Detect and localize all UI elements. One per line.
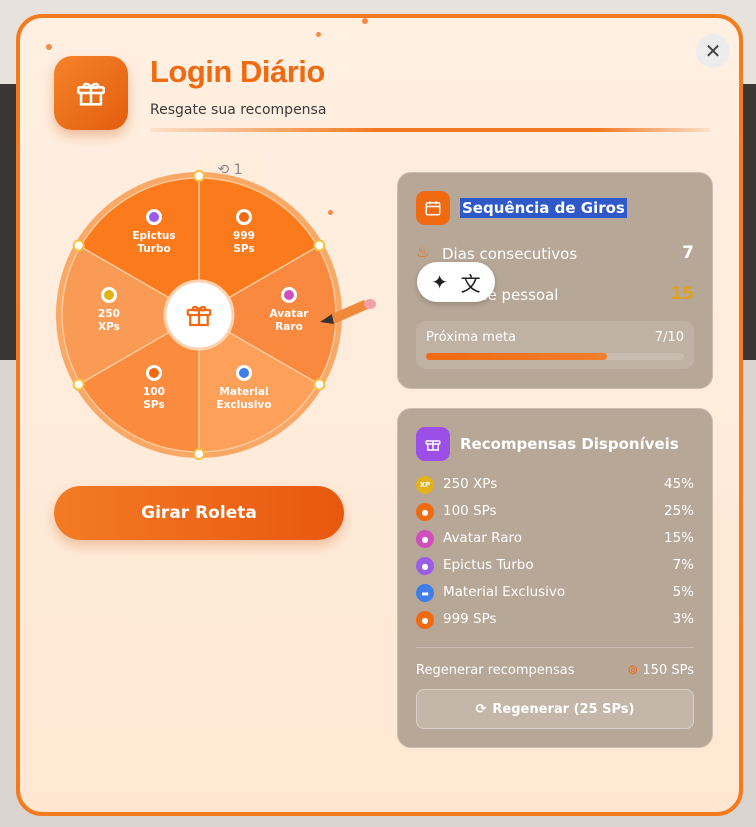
reward-percent: 25%: [663, 503, 694, 519]
reward-row: ▬ Material Exclusivo 5%: [416, 583, 694, 603]
reward-row: ● 999 SPs 3%: [416, 610, 694, 630]
reward-percent: 45%: [663, 476, 694, 492]
segment-icon-core: [239, 367, 249, 378]
rim-dot: [313, 239, 326, 252]
sp-coin-icon: ●: [416, 503, 434, 521]
consecutive-days-label: Dias consecutivos: [442, 245, 578, 263]
turbo-orb-icon: ●: [416, 557, 434, 575]
reward-row: ● 100 SPs 25%: [416, 502, 694, 522]
pencil-pointer-icon: [320, 299, 376, 324]
streak-title-text: Sequência de Giros: [460, 198, 627, 218]
daily-login-modal: ✕ Login Diário Resgate sua recompensa ⟲ …: [16, 14, 743, 816]
rim-dot: [72, 378, 85, 391]
wheel-segment-label: Avatar: [270, 308, 310, 320]
reward-row: ● Epictus Turbo 7%: [416, 556, 694, 576]
title-divider: [150, 128, 710, 132]
sp-coin-icon: ●: [416, 611, 434, 629]
regen-cost: ⊚ 150 SPs: [627, 663, 694, 678]
wheel-segment-label: Exclusivo: [216, 399, 271, 411]
reward-percent: 7%: [672, 557, 694, 573]
rim-dot: [193, 448, 205, 460]
avatar-orb-icon: ●: [416, 530, 434, 548]
wheel-segment-label: Turbo: [137, 243, 170, 255]
wheel-segment-label: 100: [143, 386, 165, 398]
prize-wheel[interactable]: 999 SPs Avatar Raro Material Exclusivo 100 SPs 2…: [54, 170, 344, 460]
wheel-segment-label: XPs: [98, 321, 120, 333]
close-icon: ✕: [704, 39, 722, 63]
rim-dot: [72, 239, 85, 252]
close-button[interactable]: ✕: [696, 34, 730, 68]
reward-name: 250 XPs: [443, 476, 498, 492]
next-goal-value: 7/10: [654, 330, 684, 345]
gift-icon: [186, 305, 212, 327]
floating-toolbar: ✦ 文: [417, 262, 495, 302]
rim-dot: [313, 378, 326, 391]
material-icon: ▬: [416, 584, 434, 602]
segment-icon-core: [149, 367, 159, 378]
regenerate-button[interactable]: ⟳ Regenerar (25 SPs): [416, 689, 694, 729]
next-goal-progress: [426, 353, 607, 360]
wheel-segment-label: SPs: [233, 243, 254, 255]
segment-icon-core: [149, 212, 159, 223]
wheel-segment-label: SPs: [143, 399, 164, 411]
reward-name: 100 SPs: [443, 503, 497, 519]
coin-icon: ⊚: [627, 663, 639, 678]
wheel-segment-label: Material: [219, 386, 268, 398]
spin-wheel-button[interactable]: Girar Roleta: [54, 486, 344, 540]
flame-icon: ♨: [416, 243, 430, 261]
segment-icon-core: [239, 212, 249, 223]
page-subtitle: Resgate sua recompensa: [150, 102, 327, 118]
consecutive-days-value: 7: [682, 243, 694, 263]
next-goal-track: [426, 353, 684, 360]
reward-name: Avatar Raro: [443, 530, 522, 546]
reward-percent: 3%: [672, 611, 694, 627]
reward-row: XP 250 XPs 45%: [416, 475, 694, 495]
refresh-icon: ⟳: [475, 701, 487, 717]
wheel-svg: 999SPsAvatarRaroMaterialExclusivo100SPs2…: [56, 170, 342, 460]
translate-icon[interactable]: 文: [461, 268, 481, 297]
gift-icon: [425, 440, 441, 451]
regen-cost-value: 150 SPs: [642, 663, 694, 678]
page-title: Login Diário: [150, 54, 325, 89]
record-value: 15: [670, 284, 694, 304]
wheel-segment-label: 999: [233, 230, 255, 242]
reward-row: ● Avatar Raro 15%: [416, 529, 694, 549]
regenerate-button-label: Regenerar (25 SPs): [492, 701, 635, 717]
gift-icon: [76, 82, 106, 106]
reward-name: 999 SPs: [443, 611, 497, 627]
reward-name: Material Exclusivo: [443, 584, 566, 600]
reward-percent: 15%: [663, 530, 694, 546]
rim-dot: [193, 170, 205, 182]
streak-title: Sequência de Giros: [460, 198, 627, 218]
wheel-segment-label: Epictus: [132, 230, 175, 242]
reward-percent: 5%: [672, 584, 694, 600]
rewards-card: Recompensas Disponíveis XP 250 XPs 45% ● 100…: [397, 408, 713, 748]
calendar-badge: [416, 191, 450, 225]
xp-coin-icon: XP: [416, 476, 434, 494]
segment-icon-core: [284, 290, 294, 300]
next-goal-label: Próxima meta: [426, 330, 517, 345]
rewards-badge: [416, 427, 450, 461]
header-gift-badge: [54, 56, 128, 130]
reward-name: Epictus Turbo: [443, 557, 534, 573]
wheel-segment-label: Raro: [275, 321, 303, 333]
segment-icon-core: [104, 290, 114, 300]
calendar-icon: [425, 201, 441, 216]
regen-label: Regenerar recompensas: [416, 663, 575, 678]
next-goal-box: Próxima meta 7/10: [416, 321, 694, 369]
rewards-divider: [416, 647, 694, 648]
magic-wand-icon[interactable]: ✦: [431, 270, 448, 294]
rewards-title: Recompensas Disponíveis: [460, 435, 679, 453]
wheel-segment-label: 250: [98, 308, 120, 320]
